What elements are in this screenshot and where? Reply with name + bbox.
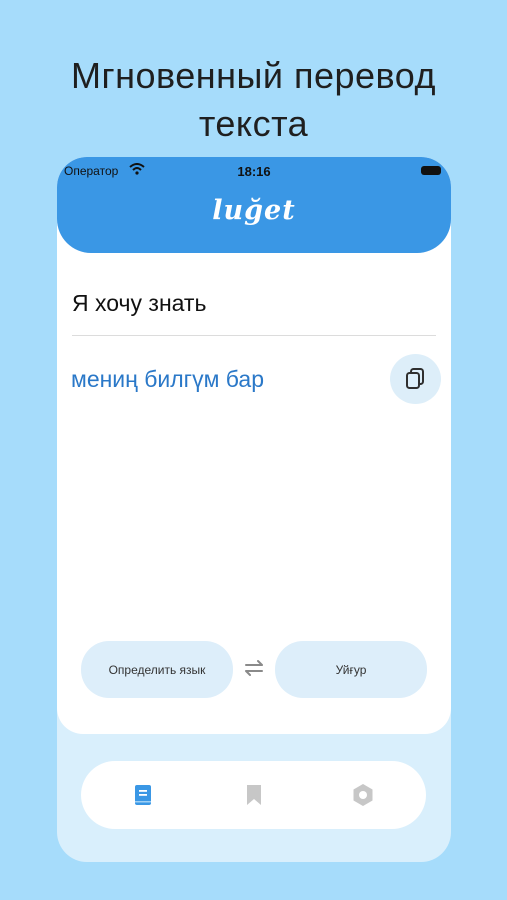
promo-headline-line2: текста xyxy=(198,103,309,144)
settings-hexagon-icon xyxy=(353,784,373,806)
tab-dictionary[interactable] xyxy=(131,783,155,807)
divider xyxy=(72,335,436,336)
phone-screen: Оператор 18:16 luğet Я хочу знать мениң … xyxy=(57,157,451,862)
status-time: 18:16 xyxy=(237,164,271,179)
promo-headline-line1: Мгновенный перевод xyxy=(70,55,437,96)
translator-card: Оператор 18:16 luğet Я хочу знать мениң … xyxy=(57,157,451,734)
source-text[interactable]: Я хочу знать xyxy=(72,290,206,317)
app-header: Оператор 18:16 luğet xyxy=(57,157,451,253)
status-bar: Оператор 18:16 xyxy=(57,161,451,181)
promo-headline: Мгновенный перевод текста xyxy=(0,52,507,148)
target-language-button[interactable]: Уйғур xyxy=(275,641,427,698)
battery-icon xyxy=(421,166,441,175)
swap-languages-icon[interactable] xyxy=(243,659,265,682)
copy-icon xyxy=(406,368,424,389)
tab-bar xyxy=(81,761,426,829)
tab-settings[interactable] xyxy=(351,783,375,807)
copy-button[interactable] xyxy=(390,354,441,404)
tab-bookmarks[interactable] xyxy=(242,783,266,807)
target-language-label: Уйғур xyxy=(335,662,367,677)
source-language-button[interactable]: Определить язык xyxy=(81,641,233,698)
source-language-label: Определить язык xyxy=(108,662,206,677)
app-logo: luğet xyxy=(212,195,296,226)
book-icon xyxy=(135,785,151,805)
bookmark-icon xyxy=(247,785,261,805)
translated-text: мениң билгүм бар xyxy=(71,366,265,392)
